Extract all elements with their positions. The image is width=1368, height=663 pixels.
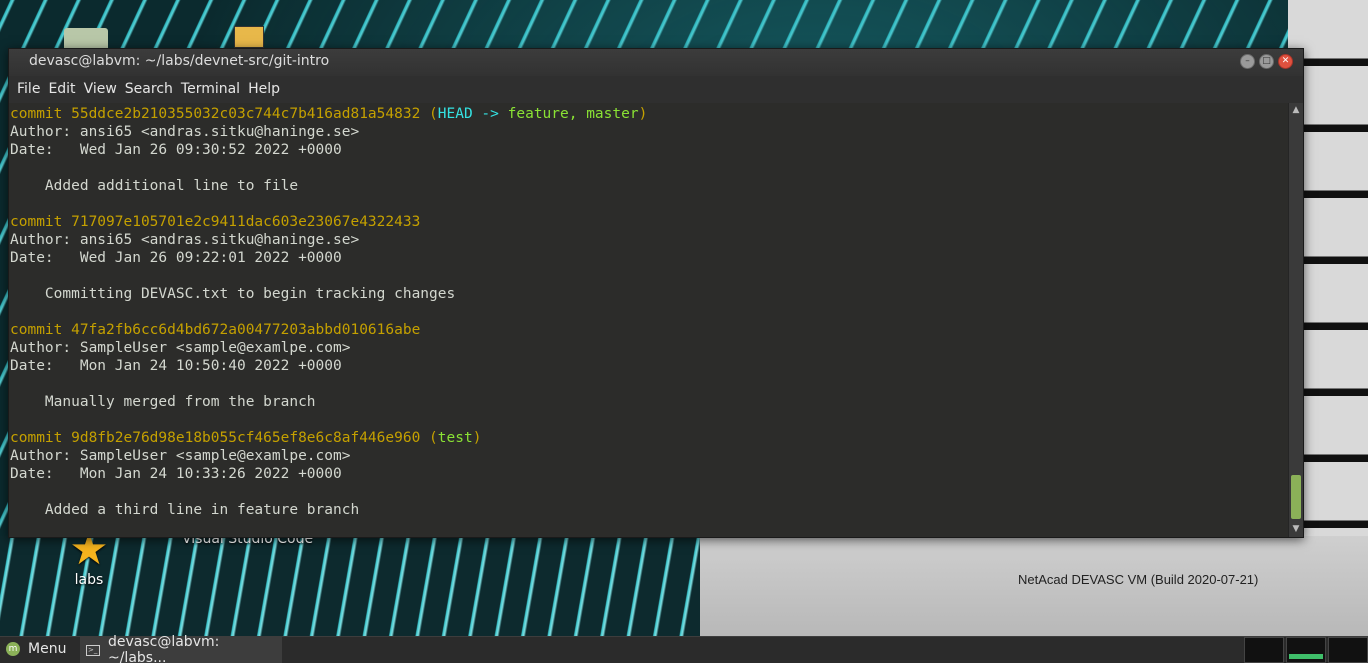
window-title: devasc@labvm: ~/labs/devnet-src/git-intr… [29,53,330,69]
menu-terminal[interactable]: Terminal [179,81,246,97]
date-line: Date: Mon Jan 24 10:33:26 2022 +0000 [10,466,342,482]
commit-line: commit 9d8fb2e76d98e18b055cf465ef8e6c8af… [9,429,1289,447]
minimize-button[interactable]: – [1240,54,1255,69]
refs-paren: ( [429,106,438,122]
commit-hash: commit 717097e105701e2c9411dac603e23067e… [10,214,421,230]
author-line: Author: ansi65 <andras.sitku@haninge.se> [10,124,360,140]
workspace-3[interactable] [1328,637,1368,663]
scroll-down-icon[interactable]: ▼ [1289,522,1303,537]
menu-view[interactable]: View [82,81,123,97]
author-line: Author: SampleUser <sample@examlpe.com> [10,448,351,464]
author-line: Author: ansi65 <andras.sitku@haninge.se> [10,232,360,248]
commit-message: Added additional line to file [10,178,299,194]
taskbar: m Menu >_ devasc@labvm: ~/labs... [0,634,1368,663]
refs-paren: ) [638,106,648,122]
commit-hash: commit 9d8fb2e76d98e18b055cf465ef8e6c8af… [10,430,421,446]
maximize-button[interactable]: □ [1259,54,1274,69]
scroll-up-icon[interactable]: ▲ [1289,103,1303,118]
head-ref: HEAD -> [437,106,508,122]
menu-search[interactable]: Search [123,81,179,97]
terminal-output[interactable]: commit 55ddce2b210355032c03c744c7b416ad8… [9,103,1289,537]
terminal-scrollbar[interactable]: ▲ ▼ [1288,103,1303,537]
desktop-mail-icon[interactable] [234,26,264,48]
desktop-wallpaper-router: NetAcad DEVASC VM (Build 2020-07-21) [700,536,1368,636]
close-button[interactable]: ✕ [1278,54,1293,69]
menu-edit[interactable]: Edit [46,81,81,97]
branch-refs: test [437,430,473,446]
workspace-1[interactable] [1244,637,1284,663]
menu-label: Menu [28,641,67,657]
menu-help[interactable]: Help [246,81,286,97]
branch-refs: feature, master [507,106,639,122]
commit-hash: commit 55ddce2b210355032c03c744c7b416ad8… [10,106,421,122]
author-line: Author: SampleUser <sample@examlpe.com> [10,340,351,356]
terminal-window: devasc@labvm: ~/labs/devnet-src/git-intr… [8,48,1304,538]
start-menu-button[interactable]: m Menu [6,641,66,657]
commit-hash: commit 47fa2fb6cc6d4bd672a00477203abbd01… [10,322,421,338]
vm-build-label: NetAcad DEVASC VM (Build 2020-07-21) [1018,572,1259,587]
scrollbar-thumb[interactable] [1291,475,1301,519]
taskbar-terminal-item[interactable]: >_ devasc@labvm: ~/labs... [80,634,282,663]
menu-file[interactable]: File [15,81,46,97]
commit-line: commit 55ddce2b210355032c03c744c7b416ad8… [9,105,1289,123]
menubar: File Edit View Search Terminal Help [9,76,1303,102]
date-line: Date: Wed Jan 26 09:30:52 2022 +0000 [10,142,342,158]
workspace-switcher [1244,637,1368,663]
workspace-2[interactable] [1286,637,1326,663]
mail-icon [234,26,264,48]
commit-message: Manually merged from the branch [10,394,316,410]
desktop-folder-icon[interactable] [64,28,108,50]
task-label: devasc@labvm: ~/labs... [107,634,220,663]
folder-icon [64,28,108,50]
refs-paren: ) [472,430,482,446]
refs-paren: ( [429,430,438,446]
commit-message: Committing DEVASC.txt to begin tracking … [10,286,456,302]
date-line: Date: Mon Jan 24 10:50:40 2022 +0000 [10,358,342,374]
mint-logo-icon: m [6,642,20,656]
date-line: Date: Wed Jan 26 09:22:01 2022 +0000 [10,250,342,266]
commit-message: Added a third line in feature branch [10,502,360,518]
terminal-icon: >_ [86,644,100,656]
window-titlebar[interactable]: devasc@labvm: ~/labs/devnet-src/git-intr… [9,49,1303,76]
